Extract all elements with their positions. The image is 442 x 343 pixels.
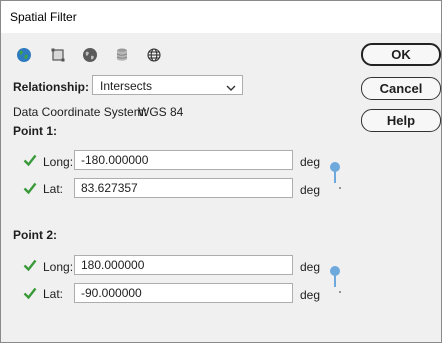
point2-lat-input[interactable] xyxy=(74,283,293,303)
web-icon[interactable] xyxy=(144,45,164,65)
chevron-down-icon xyxy=(226,81,236,95)
relationship-value: Intersects xyxy=(100,79,153,93)
point2-lat-unit: deg xyxy=(300,288,321,302)
point2-long-input[interactable] xyxy=(74,255,293,275)
coordinate-system-value: WGS 84 xyxy=(138,105,184,119)
point2-long-unit: deg xyxy=(300,260,321,274)
globe-icon[interactable] xyxy=(14,45,34,65)
long2-check-icon xyxy=(23,259,37,272)
lat2-check-icon xyxy=(23,287,37,300)
help-button[interactable]: Help xyxy=(361,109,441,132)
database-icon[interactable] xyxy=(112,45,132,65)
ok-button[interactable]: OK xyxy=(361,43,441,66)
lat1-check-icon xyxy=(23,182,37,195)
point1-lat-input[interactable] xyxy=(74,178,293,198)
long1-check-icon xyxy=(23,154,37,167)
point2-long-label: Long: xyxy=(43,260,74,274)
map-pin-icon[interactable] xyxy=(328,161,344,191)
world-icon[interactable] xyxy=(80,45,100,65)
relationship-dropdown[interactable]: Intersects xyxy=(92,75,243,95)
point1-lat-label: Lat: xyxy=(43,182,64,196)
relationship-label: Relationship: xyxy=(13,80,90,94)
point1-long-input[interactable] xyxy=(74,150,293,170)
dialog-title: Spatial Filter xyxy=(10,10,77,24)
point1-label: Point 1: xyxy=(13,124,57,138)
point2-lat-label: Lat: xyxy=(43,287,64,301)
point2-label: Point 2: xyxy=(13,228,57,242)
point1-long-label: Long: xyxy=(43,155,74,169)
spatial-filter-dialog: Spatial Filter Relationship: Intersects … xyxy=(0,0,442,343)
cancel-button[interactable]: Cancel xyxy=(361,77,441,100)
point1-long-unit: deg xyxy=(300,155,321,169)
rectangle-icon[interactable] xyxy=(48,45,68,65)
point1-lat-unit: deg xyxy=(300,183,321,197)
title-bar: Spatial Filter xyxy=(1,1,441,33)
coordinate-system-label: Data Coordinate System: xyxy=(13,105,148,119)
map-pin-icon[interactable] xyxy=(328,265,344,295)
